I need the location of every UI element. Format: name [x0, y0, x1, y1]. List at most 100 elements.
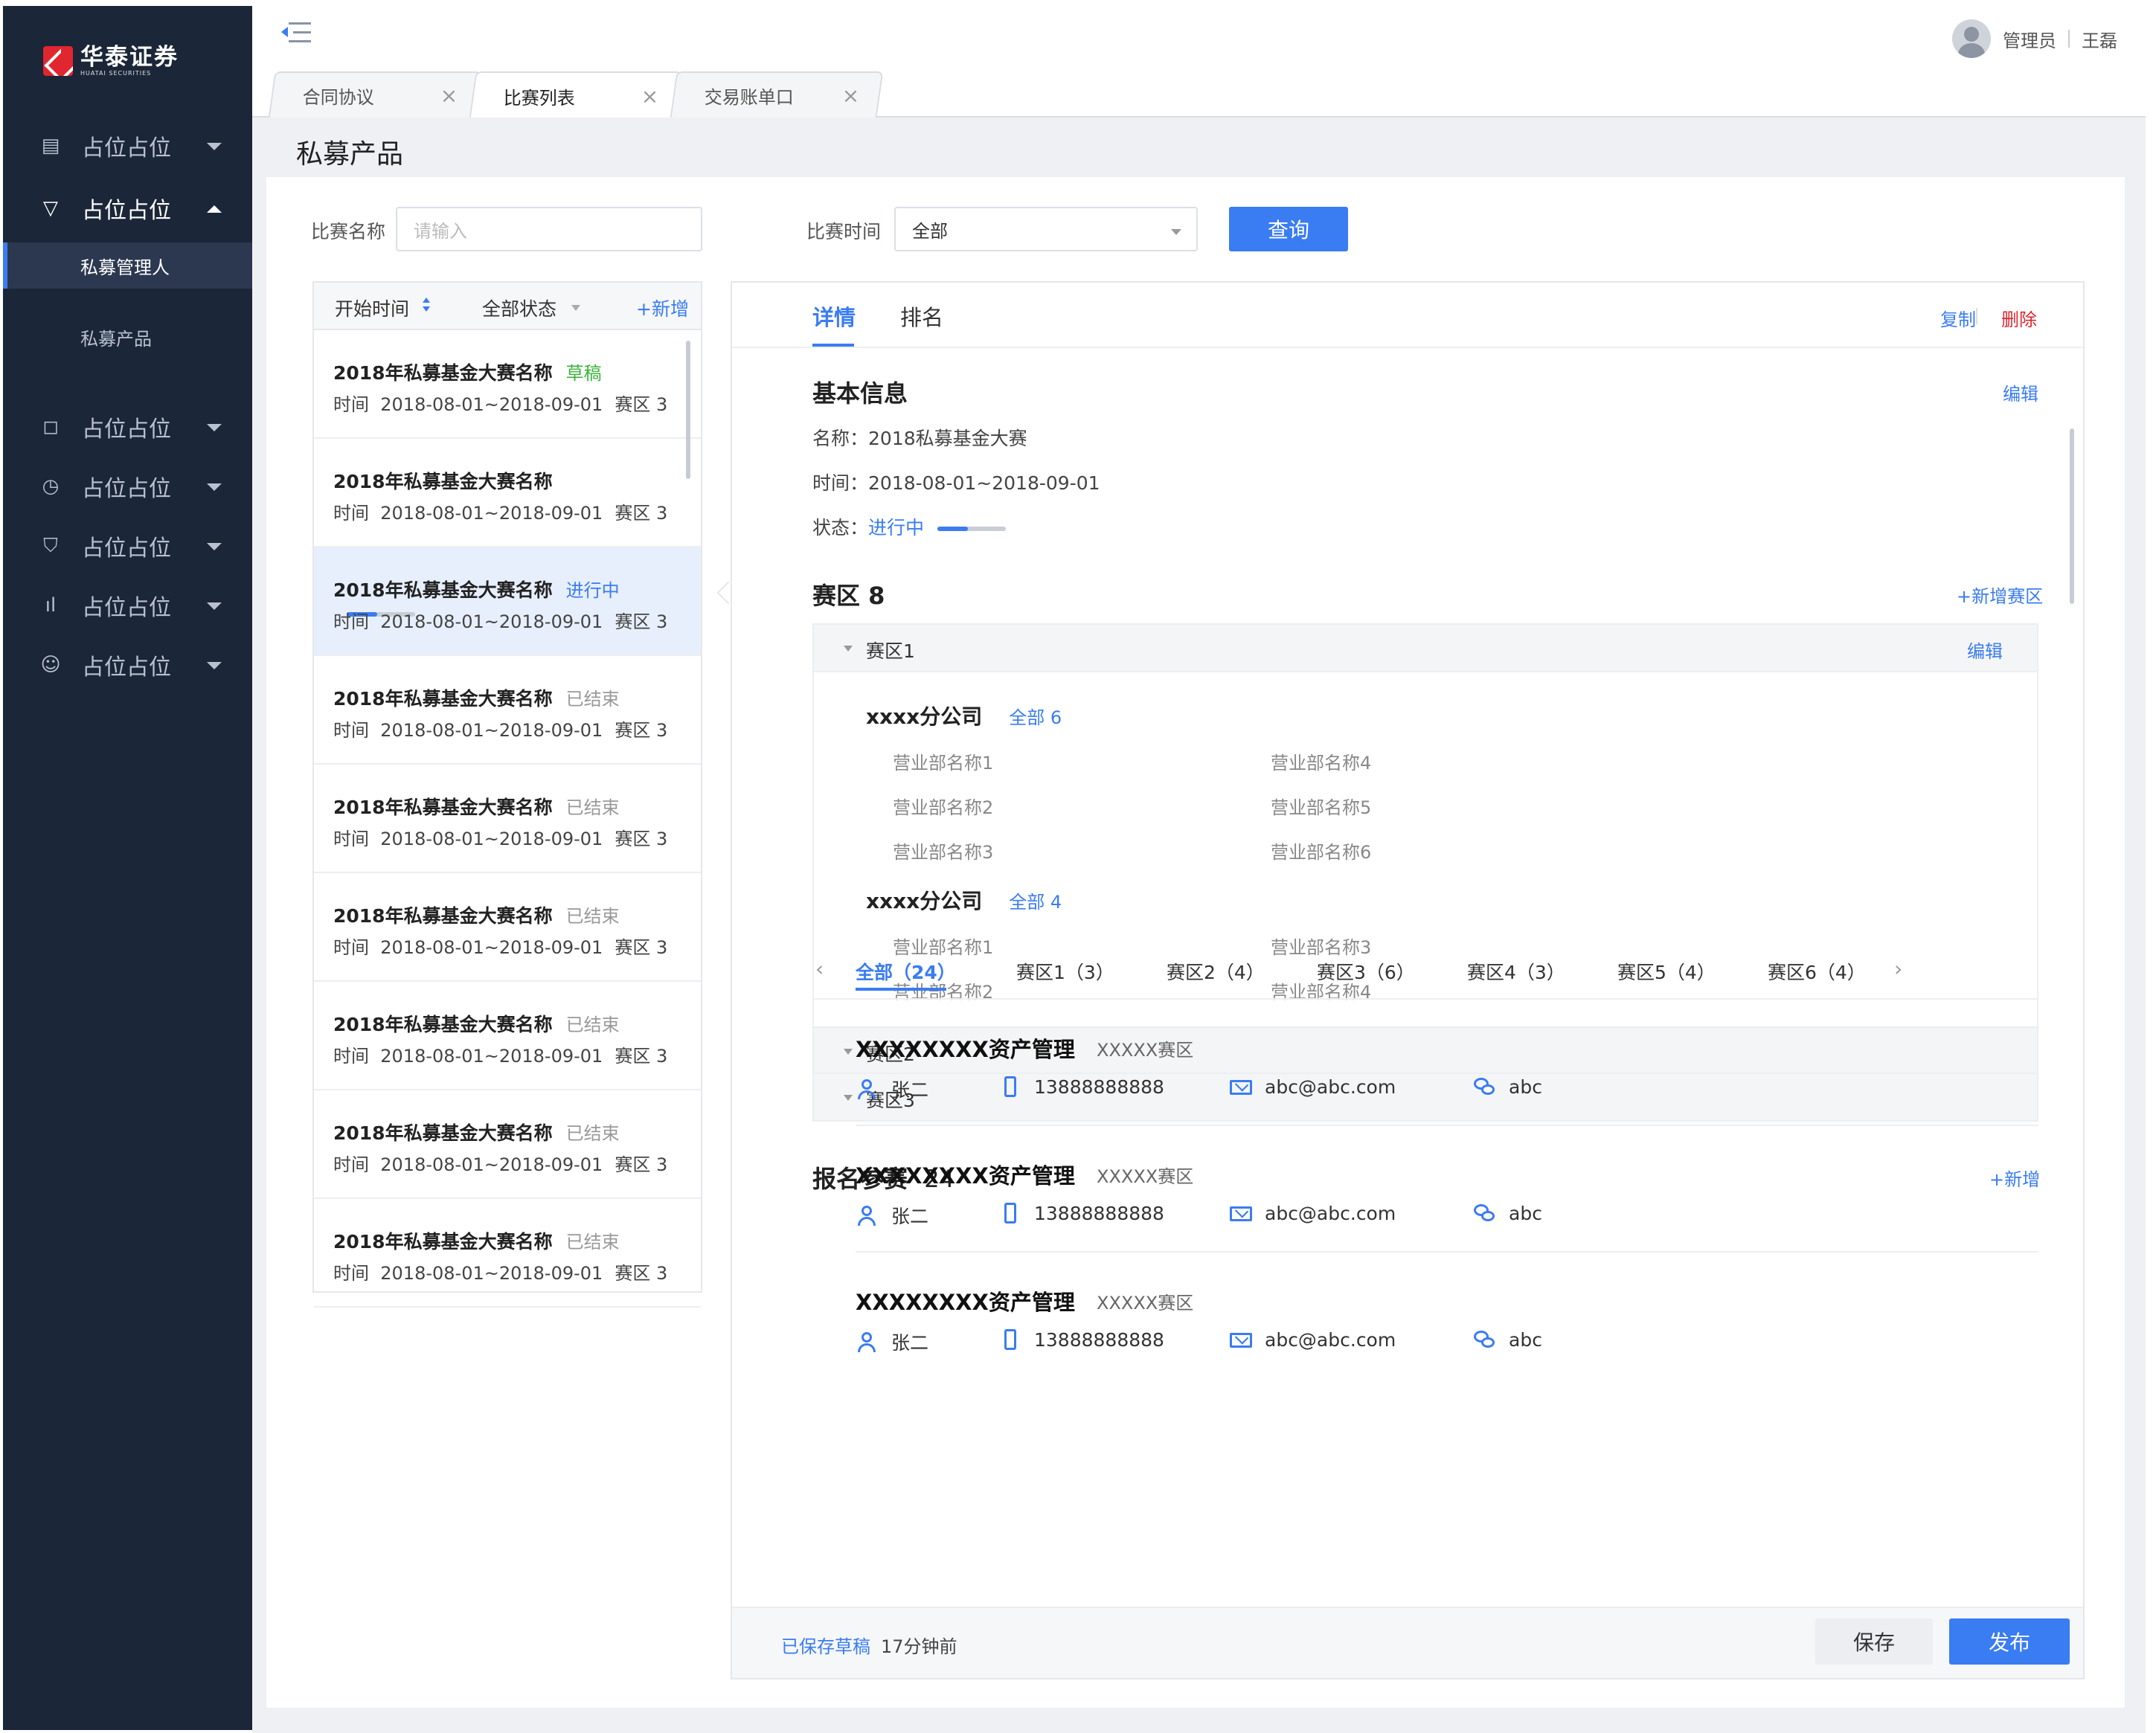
tab-contract[interactable]: 合同协议 ×	[268, 71, 482, 118]
phone-icon	[998, 1328, 1021, 1351]
list-item-title: 2018年私募基金大赛名称	[333, 471, 553, 492]
company-2: xxxx分公司 全部 4	[866, 889, 1062, 913]
add-region-link[interactable]: +新增赛区	[1957, 582, 2043, 608]
brand-name-en: HUATAI SECURITIES	[80, 70, 152, 77]
status-badge: 已结束	[565, 1232, 620, 1253]
sidebar-item-2[interactable]: ▽ 占位占位	[3, 179, 252, 238]
sidebar-item-4[interactable]: ◷ 占位占位	[3, 457, 252, 516]
competition-name-label: 比赛名称	[311, 221, 386, 242]
tab-region-2[interactable]: 赛区2（4）	[1167, 958, 1265, 985]
status-badge: 已结束	[565, 1123, 620, 1144]
list-item[interactable]: 2018年私募基金大赛名称 已结束 时间 2018-08-01~2018-09-0…	[314, 982, 701, 1090]
sidebar-item-6[interactable]: ıl 占位占位	[3, 576, 252, 635]
edit-basic-info-link[interactable]: 编辑	[2003, 379, 2038, 405]
sidebar-item-label: 占位占位	[82, 476, 171, 502]
region-3-header[interactable]: 赛区3	[814, 1074, 2037, 1122]
sidebar-item-label: 占位占位	[82, 536, 171, 562]
dept-item: 营业部名称3	[893, 842, 994, 863]
company-1-all-link[interactable]: 全部 6	[1009, 707, 1062, 728]
list-item-title: 2018年私募基金大赛名称 已结束	[333, 1014, 620, 1035]
dept-item: 营业部名称1	[893, 753, 994, 774]
list-item-title: 2018年私募基金大赛名称 草稿	[333, 362, 602, 384]
list-item-time: 时间 2018-08-01~2018-09-01 赛区 3	[333, 1046, 668, 1067]
list-item-title: 2018年私募基金大赛名称 已结束	[333, 1231, 620, 1253]
copy-link[interactable]: 复制	[1940, 305, 1976, 331]
user-area[interactable]: 管理员 王磊	[1952, 19, 2117, 58]
clock-icon: ◷	[42, 475, 60, 498]
sort-icon[interactable]	[423, 298, 430, 314]
competition-name-input[interactable]: 请输入	[396, 207, 702, 251]
sidebar-item-3[interactable]: ◻ 占位占位	[3, 397, 252, 457]
caret-down-icon	[844, 1049, 853, 1055]
dept-item: 营业部名称2	[893, 797, 994, 818]
list-item[interactable]: 2018年私募基金大赛名称 已结束 时间 2018-08-01~2018-09-0…	[314, 1090, 701, 1199]
chevron-right-icon[interactable]: ›	[1894, 956, 1902, 981]
add-entrant-link[interactable]: +新增	[1989, 1165, 2040, 1191]
tab-ranking[interactable]: 排名	[900, 300, 943, 332]
list-scrollbar[interactable]	[686, 341, 690, 479]
tab-region-3[interactable]: 赛区3（6）	[1317, 958, 1415, 985]
competition-time-select[interactable]: 全部	[894, 207, 1198, 251]
publish-button[interactable]: 发布	[1949, 1618, 2070, 1665]
close-icon[interactable]: ×	[440, 83, 457, 108]
sidebar-item-7[interactable]: ☺ 占位占位	[3, 635, 252, 695]
list-item[interactable]: 2018年私募基金大赛名称 时间 2018-08-01~2018-09-01 赛区…	[314, 439, 701, 547]
page-title: 私募产品	[296, 139, 404, 170]
tab-region-5[interactable]: 赛区5（4）	[1617, 958, 1716, 985]
list-item-title: 2018年私募基金大赛名称 已结束	[333, 797, 620, 818]
close-icon[interactable]: ×	[641, 84, 658, 109]
detail-scrollbar[interactable]	[2070, 428, 2074, 604]
competition-detail: 详情 排名 复制 删除 基本信息 编辑 名称：2018私募基金大赛 时间：201…	[731, 281, 2085, 1679]
menu-toggle-icon[interactable]	[281, 21, 311, 45]
list-item[interactable]: 2018年私募基金大赛名称 草稿 时间 2018-08-01~2018-09-01…	[314, 330, 701, 439]
tab-region-6[interactable]: 赛区6（4）	[1768, 958, 1866, 985]
sidebar-item-5[interactable]: ⛉ 占位占位	[3, 516, 252, 576]
sidebar-item-label: 占位占位	[82, 135, 171, 161]
tab-region-4[interactable]: 赛区4（3）	[1467, 958, 1565, 985]
dept-item: 营业部名称5	[1271, 797, 1372, 818]
avatar[interactable]	[1952, 19, 1991, 58]
user-icon	[856, 1331, 878, 1353]
status-badge: 已结束	[565, 689, 620, 710]
sidebar-item-1[interactable]: ▤ 占位占位	[3, 116, 252, 176]
list-item[interactable]: 2018年私募基金大赛名称 已结束 时间 2018-08-01~2018-09-0…	[314, 656, 701, 765]
sidebar: 华泰证券 HUATAI SECURITIES ▤ 占位占位 ▽ 占位占位 私募管…	[3, 6, 252, 1730]
chevron-down-icon	[207, 424, 222, 431]
sort-start-time[interactable]: 开始时间	[335, 295, 409, 321]
add-competition-link[interactable]: +新增	[636, 295, 689, 321]
chevron-left-icon[interactable]: ‹	[815, 956, 824, 981]
list-item[interactable]: 2018年私募基金大赛名称 进行中 时间 2018-08-01~2018-09-0…	[314, 547, 701, 656]
tab-competition-list[interactable]: 比赛列表 ×	[469, 71, 683, 119]
sidebar-subitem-private-managers[interactable]: 私募管理人	[3, 242, 252, 289]
tab-region-all[interactable]: 全部（24）	[856, 958, 956, 985]
list-item[interactable]: 2018年私募基金大赛名称 已结束 时间 2018-08-01~2018-09-0…	[314, 1199, 701, 1308]
tab-trading-statement[interactable]: 交易账单口 ×	[670, 71, 884, 118]
query-button[interactable]: 查询	[1229, 207, 1348, 251]
edit-region-link[interactable]: 编辑	[1967, 637, 2003, 663]
tab-details[interactable]: 详情	[812, 300, 856, 332]
wechat-icon	[1473, 1328, 1495, 1351]
user-group-icon: ☺	[40, 654, 61, 676]
entrant-name: XXXXXXXX资产管理	[856, 1290, 1075, 1315]
company-2-all-link[interactable]: 全部 4	[1009, 892, 1062, 913]
contact-phone: 13888888888	[998, 1328, 1164, 1351]
entrant-name: XXXXXXXX资产管理	[856, 1163, 1075, 1189]
dept-item: 营业部名称3	[1271, 937, 1372, 958]
user-name[interactable]: 王磊	[2082, 26, 2117, 52]
sidebar-subitem-private-products[interactable]: 私募产品	[3, 314, 252, 360]
status-filter[interactable]: 全部状态	[482, 295, 556, 321]
region-1-header[interactable]: 赛区1 编辑	[814, 625, 2037, 672]
page-tabs: 合同协议 × 比赛列表 × 交易账单口 ×	[252, 71, 2146, 119]
entrant-name: XXXXXXXX资产管理	[856, 1037, 1075, 1062]
list-item[interactable]: 2018年私募基金大赛名称 已结束 时间 2018-08-01~2018-09-0…	[314, 873, 701, 982]
save-button[interactable]: 保存	[1815, 1618, 1933, 1665]
user-icon	[856, 1078, 878, 1100]
list-item[interactable]: 2018年私募基金大赛名称 已结束 时间 2018-08-01~2018-09-0…	[314, 765, 701, 873]
status-progress	[937, 527, 1007, 531]
divider	[2068, 30, 2070, 48]
basic-name: 名称：2018私募基金大赛	[812, 428, 1027, 449]
tab-region-1[interactable]: 赛区1（3）	[1016, 958, 1114, 985]
chevron-down-icon	[1171, 229, 1181, 235]
delete-link[interactable]: 删除	[2001, 305, 2037, 331]
close-icon[interactable]: ×	[841, 83, 859, 108]
